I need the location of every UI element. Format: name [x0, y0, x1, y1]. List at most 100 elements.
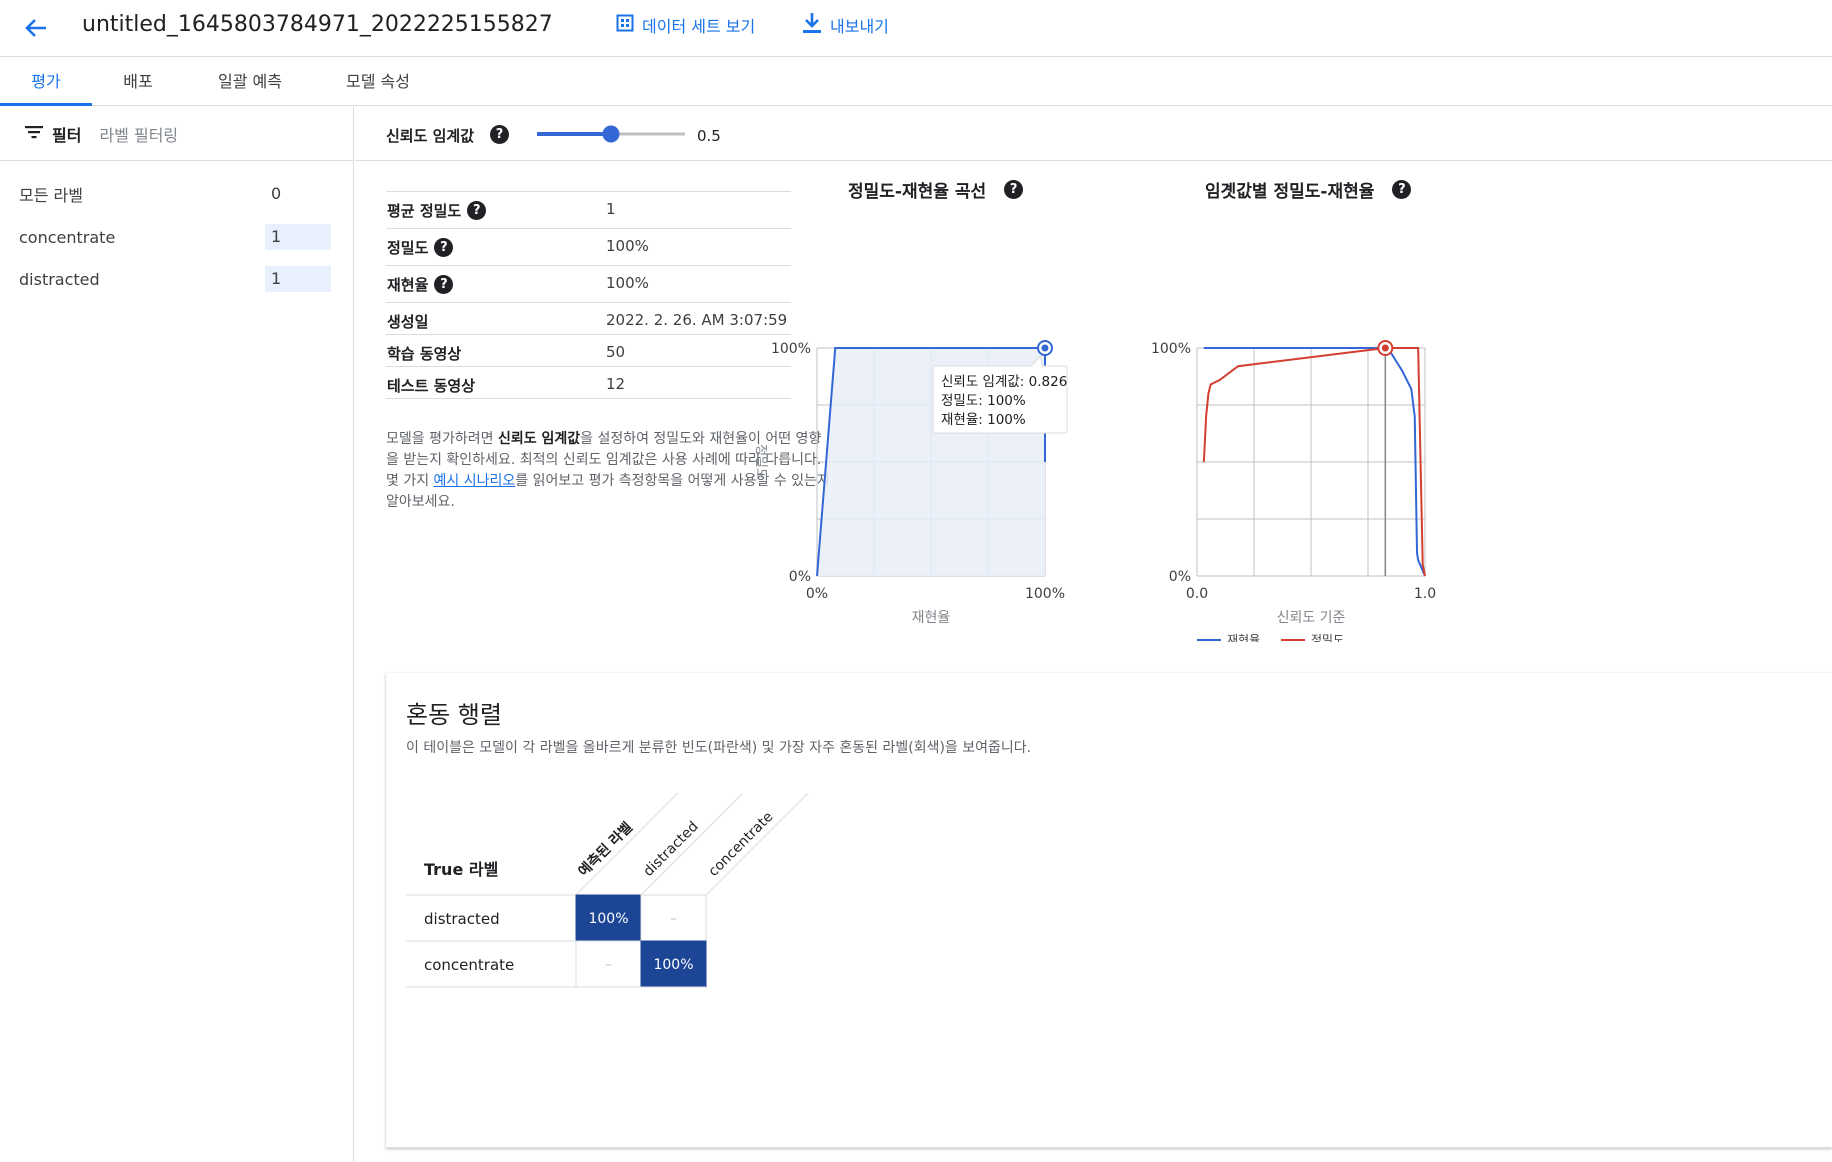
filter-bar: 필터 라벨 필터링	[0, 107, 353, 161]
tab-deploy[interactable]: 배포	[108, 58, 168, 106]
threshold-chart-title: 임곗값별 정밀도-재현율 ?	[1205, 177, 1412, 202]
tab-evaluate[interactable]: 평가	[0, 58, 92, 106]
description-emphasis: 신뢰도 임계값	[497, 431, 581, 447]
slider-handle	[602, 125, 620, 143]
metric-key: 재현율?	[387, 274, 454, 295]
metrics-divider	[386, 398, 791, 399]
metric-key: 정밀도?	[387, 237, 454, 258]
label-filter-input[interactable]: 라벨 필터링	[99, 122, 178, 146]
matrix-cell-value: –	[605, 957, 612, 973]
matrix-cell-value: –	[670, 911, 677, 927]
label-count: 1	[265, 266, 331, 292]
threshold-bar: 신뢰도 임계값 ? 0.5	[355, 107, 1832, 161]
row-label: concentrate	[424, 956, 514, 974]
pr-curve-help-icon[interactable]: ?	[1004, 180, 1024, 199]
header-diagonal	[640, 793, 744, 896]
x-tick-label: 0.0	[1186, 586, 1208, 602]
main-content: 신뢰도 임계값 ? 0.5 평균 정밀도? 1 정밀도? 100% 재현율? 100% 생성…	[355, 107, 1832, 1162]
chart-title-text: 임곗값별 정밀도-재현율	[1205, 182, 1375, 202]
view-dataset-button[interactable]: 데이터 세트 보기	[616, 12, 755, 38]
tooltip-pointer-mask	[1032, 365, 1042, 368]
metric-key: 학습 동영상	[387, 345, 462, 363]
example-scenarios-link[interactable]: 예시 시나리오	[434, 473, 516, 489]
pr-highlight-point	[1041, 344, 1049, 352]
label-name: concentrate	[19, 227, 116, 247]
metric-value: 100%	[606, 274, 649, 292]
y-tick-label: 100%	[1151, 341, 1191, 357]
true-label-header: True 라벨	[424, 860, 498, 879]
confusion-matrix-title: 혼동 행렬	[406, 701, 502, 729]
tab-bar: 평가 배포 일괄 예측 모델 속성	[0, 58, 1832, 106]
confusion-matrix-card: 혼동 행렬 이 테이블은 모델이 각 라벨을 올바르게 분류한 빈도(파란색) …	[386, 673, 1832, 1148]
y-tick-label: 0%	[1169, 569, 1191, 585]
threshold-highlight-point	[1381, 344, 1389, 352]
metric-row: 재현율? 100%	[386, 265, 791, 302]
tooltip-recall: 재현율: 100%	[941, 412, 1026, 428]
label-sidebar: 필터 라벨 필터링 모든 라벨 0 concentrate 1 distract…	[0, 107, 354, 1162]
x-axis-label: 재현율	[912, 610, 951, 626]
row-label: distracted	[424, 910, 500, 928]
pr-curve-chart: 100% 0%0% 100% 재현율 정밀도 신뢰도 임계값: 0.826 정밀도: 100…	[755, 340, 1068, 626]
label-row-all[interactable]: 모든 라벨 0	[0, 179, 354, 209]
view-dataset-label: 데이터 세트 보기	[642, 17, 756, 36]
metric-value: 50	[606, 343, 626, 361]
metrics-table: 평균 정밀도? 1 정밀도? 100% 재현율? 100% 생성일 2022. 2. 26. …	[386, 191, 791, 399]
download-icon	[802, 12, 822, 38]
tab-batch-predict[interactable]: 일괄 예측	[208, 58, 292, 106]
metric-row: 생성일 2022. 2. 26. AM 3:07:59	[386, 302, 791, 334]
tab-model-properties[interactable]: 모델 속성	[336, 58, 420, 106]
header-diagonal	[705, 793, 809, 896]
page-title: untitled_1645803784971_2022225155827	[82, 12, 553, 37]
threshold-label: 신뢰도 임계값	[386, 127, 475, 145]
label-row-concentrate[interactable]: concentrate 1	[0, 222, 354, 252]
metric-value: 1	[606, 200, 616, 218]
x-tick-label: 100%	[1025, 586, 1065, 602]
metric-value: 100%	[606, 237, 649, 255]
metric-help-icon[interactable]: ?	[434, 275, 454, 294]
confusion-matrix-subtitle: 이 테이블은 모델이 각 라벨을 올바르게 분류한 빈도(파란색) 및 가장 자…	[406, 740, 1032, 756]
threshold-help-icon[interactable]: ?	[490, 125, 509, 144]
label-name: 모든 라벨	[19, 186, 83, 205]
metric-help-icon[interactable]: ?	[467, 201, 487, 220]
y-tick-label: 100%	[771, 341, 811, 357]
legend-label: 정밀도	[1311, 633, 1344, 642]
tooltip-precision: 정밀도: 100%	[941, 393, 1026, 409]
matrix-cell-value: 100%	[588, 911, 628, 927]
metric-key: 테스트 동영상	[387, 377, 476, 395]
label-row-distracted[interactable]: distracted 1	[0, 264, 354, 294]
metric-row: 평균 정밀도? 1	[386, 191, 791, 228]
threshold-slider[interactable]	[535, 122, 695, 146]
metric-help-icon[interactable]: ?	[434, 238, 454, 257]
label-name: distracted	[19, 269, 100, 289]
matrix-cell-value: 100%	[653, 957, 693, 973]
export-button[interactable]: 내보내기	[802, 12, 889, 38]
column-header: distracted	[641, 819, 702, 880]
metric-key: 생성일	[387, 313, 429, 331]
x-tick-label: 0%	[806, 586, 828, 602]
back-arrow-icon[interactable]	[20, 12, 52, 44]
metric-key: 평균 정밀도?	[387, 200, 487, 221]
metric-row: 정밀도? 100%	[386, 228, 791, 265]
pr-curve-title: 정밀도-재현율 곡선 ?	[848, 177, 1024, 202]
header-diagonal	[575, 793, 679, 896]
filter-icon[interactable]	[24, 124, 44, 144]
y-axis-label: 정밀도	[755, 444, 768, 480]
metric-value: 12	[606, 375, 626, 393]
x-axis-label: 신뢰도 기준	[1277, 610, 1346, 626]
tooltip-threshold: 신뢰도 임계값: 0.826	[941, 374, 1067, 390]
export-label: 내보내기	[830, 17, 889, 36]
y-tick-label: 0%	[789, 569, 811, 585]
top-bar: untitled_1645803784971_2022225155827 데이터…	[0, 0, 1832, 57]
x-tick-label: 1.0	[1414, 586, 1436, 602]
label-count: 1	[265, 224, 331, 250]
legend-label: 재현율	[1227, 633, 1260, 642]
threshold-value: 0.5	[697, 127, 721, 145]
metric-row: 테스트 동영상 12	[386, 366, 791, 398]
confusion-matrix-table: True 라벨 예측된 라벨 distracted concentratedistra…	[406, 793, 809, 988]
chart-title-text: 정밀도-재현율 곡선	[848, 182, 987, 202]
threshold-chart-help-icon[interactable]: ?	[1392, 180, 1412, 199]
grid-icon	[616, 14, 634, 36]
label-count: 0	[271, 184, 282, 203]
metric-row: 학습 동영상 50	[386, 334, 791, 366]
predicted-label-header: 예측된 라벨	[575, 819, 636, 880]
